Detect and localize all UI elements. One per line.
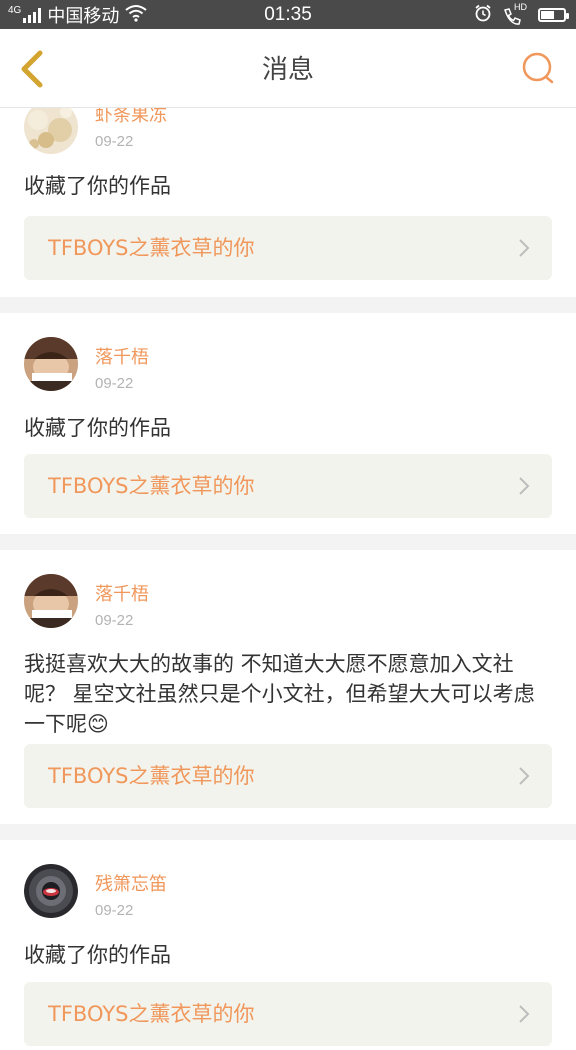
message-text: 收藏了你的作品 xyxy=(24,416,171,440)
user-name[interactable]: 落千梧 xyxy=(95,346,149,370)
chevron-right-icon xyxy=(519,767,530,785)
work-link[interactable]: TFBOYS之薰衣草的你 xyxy=(24,454,552,518)
app-header: 消息 xyxy=(0,29,576,108)
message-card: 残箫忘笛 09-22 收藏了你的作品 TFBOYS之薰衣草的你 xyxy=(0,840,576,1050)
avatar[interactable] xyxy=(24,108,78,154)
message-date: 09-22 xyxy=(95,902,134,919)
work-title: TFBOYS之薰衣草的你 xyxy=(48,764,255,788)
work-title: TFBOYS之薰衣草的你 xyxy=(48,474,255,498)
avatar[interactable] xyxy=(24,864,78,918)
status-right: HD xyxy=(474,2,569,27)
chevron-right-icon xyxy=(519,239,530,257)
user-name[interactable]: 虾条果冻 xyxy=(95,108,167,128)
avatar[interactable] xyxy=(24,337,78,391)
message-feed: 虾条果冻 09-22 收藏了你的作品 TFBOYS之薰衣草的你 落千梧 09-2… xyxy=(0,108,576,1050)
battery-icon xyxy=(538,8,569,22)
user-name[interactable]: 残箫忘笛 xyxy=(95,873,167,897)
message-date: 09-22 xyxy=(95,375,134,392)
user-name[interactable]: 落千梧 xyxy=(95,583,149,607)
hd-call-icon: HD xyxy=(502,2,528,25)
alarm-icon xyxy=(474,4,492,27)
work-title: TFBOYS之薰衣草的你 xyxy=(48,236,255,260)
battery-level xyxy=(541,11,555,19)
work-link[interactable]: TFBOYS之薰衣草的你 xyxy=(24,982,552,1046)
message-card: 落千梧 09-22 我挺喜欢大大的故事的 不知道大大愿不愿意加入文社呢？ 星空文… xyxy=(0,550,576,824)
message-date: 09-22 xyxy=(95,133,134,150)
hd-label: HD xyxy=(514,2,527,12)
page-title: 消息 xyxy=(261,55,314,85)
work-link[interactable]: TFBOYS之薰衣草的你 xyxy=(24,216,552,280)
status-bar: 4G 中国移动 01:35 HD xyxy=(0,0,576,29)
chevron-right-icon xyxy=(519,477,530,495)
work-title: TFBOYS之薰衣草的你 xyxy=(48,1002,255,1026)
message-date: 09-22 xyxy=(95,612,134,629)
chevron-right-icon xyxy=(519,1005,530,1023)
search-button[interactable] xyxy=(520,51,556,87)
message-text: 我挺喜欢大大的故事的 不知道大大愿不愿意加入文社呢？ 星空文社虽然只是个小文社，… xyxy=(24,652,535,736)
search-icon xyxy=(522,52,554,84)
avatar[interactable] xyxy=(24,574,78,628)
message-text: 收藏了你的作品 xyxy=(24,174,171,198)
message-text: 收藏了你的作品 xyxy=(24,943,171,967)
work-link[interactable]: TFBOYS之薰衣草的你 xyxy=(24,744,552,808)
message-card: 落千梧 09-22 收藏了你的作品 TFBOYS之薰衣草的你 xyxy=(0,313,576,534)
message-card: 虾条果冻 09-22 收藏了你的作品 TFBOYS之薰衣草的你 xyxy=(0,108,576,297)
